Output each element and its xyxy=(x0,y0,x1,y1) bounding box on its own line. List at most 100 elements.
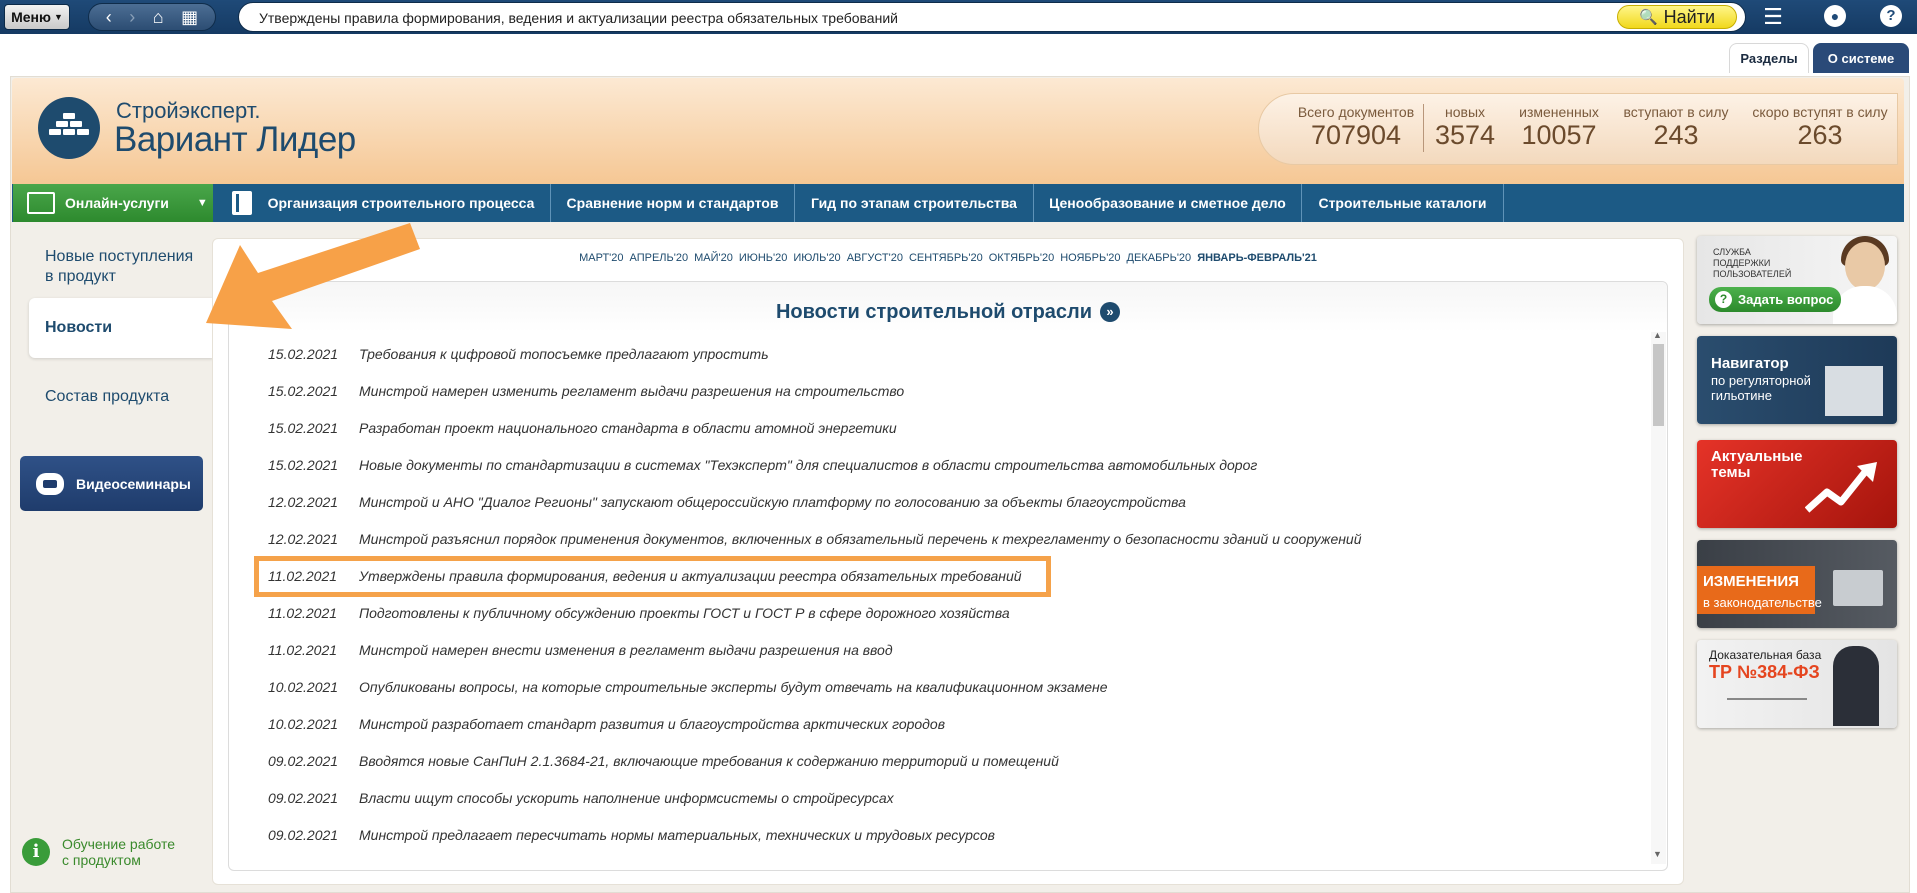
scroll-down-icon[interactable]: ▼ xyxy=(1653,849,1662,859)
news-item[interactable]: 11.02.2021 Минстрой намерен внести измене… xyxy=(268,642,893,658)
logo-bricks-icon xyxy=(49,113,89,137)
video-seminars-button[interactable]: Видеосеминары xyxy=(20,456,203,511)
news-item[interactable]: 15.02.2021 Требования к цифровой топосъем… xyxy=(268,346,769,362)
news-item[interactable]: 15.02.2021 Минстрой намерен изменить регл… xyxy=(268,383,904,399)
stat-new[interactable]: новых 3574 xyxy=(1430,104,1500,151)
online-services-button[interactable]: Онлайн-услуги ▼ xyxy=(13,184,213,222)
news-item[interactable]: 09.02.2021 Власти ищут способы ускорить н… xyxy=(268,790,894,806)
nav-item-label: Гид по этапам строительства xyxy=(811,195,1017,211)
user-icon: ● xyxy=(1824,5,1846,27)
navigator-title: Навигатор xyxy=(1711,355,1789,372)
stat-value: 10057 xyxy=(1521,120,1597,150)
month-link[interactable]: НОЯБРЬ'20 xyxy=(1060,252,1120,264)
month-link[interactable]: МАЙ'20 xyxy=(694,252,733,264)
stat-value: 3574 xyxy=(1434,120,1496,150)
online-services-label: Онлайн-услуги xyxy=(65,195,169,211)
news-date: 10.02.2021 xyxy=(268,679,339,695)
scrollbar-thumb[interactable] xyxy=(1653,344,1664,426)
tab-about-system[interactable]: О системе xyxy=(1813,43,1909,73)
news-item[interactable]: 10.02.2021 Опубликованы вопросы, на котор… xyxy=(268,679,1108,695)
news-item[interactable]: 15.02.2021 Новые документы по стандартиза… xyxy=(268,457,1257,473)
support-banner[interactable]: СЛУЖБА ПОДДЕРЖКИ ПОЛЬЗОВАТЕЛЕЙ ? Задать … xyxy=(1697,236,1897,324)
news-headline[interactable]: Минстрой разъяснил порядок применения до… xyxy=(359,531,1362,547)
news-headline[interactable]: Вводятся новые СанПиН 2.1.3684-21, включ… xyxy=(359,753,1059,769)
month-link[interactable]: АПРЕЛЬ'20 xyxy=(630,252,689,264)
help-button[interactable]: ? xyxy=(1880,5,1904,29)
learn-product-link[interactable]: i Обучение работе с продуктом xyxy=(22,836,175,868)
news-date: 09.02.2021 xyxy=(268,753,339,769)
nav-item-catalogs[interactable]: Строительные каталоги xyxy=(1302,184,1504,222)
stat-value: 243 xyxy=(1653,120,1699,150)
sidebar-item-product-content[interactable]: Состав продукта xyxy=(45,387,169,407)
scroll-up-icon[interactable]: ▲ xyxy=(1653,330,1662,340)
ask-question-label: Задать вопрос xyxy=(1738,292,1834,307)
stat-label: вступают в силу xyxy=(1623,104,1729,120)
question-icon: ? xyxy=(1715,291,1732,308)
stat-label: измененных xyxy=(1519,104,1599,120)
news-headline[interactable]: Минстрой намерен изменить регламент выда… xyxy=(359,383,904,399)
tab-sections[interactable]: Разделы xyxy=(1729,43,1809,73)
nav-item-stages-guide[interactable]: Гид по этапам строительства xyxy=(795,184,1034,222)
news-headline[interactable]: Разработан проект национального стандарт… xyxy=(359,420,897,436)
news-date: 12.02.2021 xyxy=(268,494,339,510)
news-title-text: Новости строительной отрасли xyxy=(775,301,1093,323)
news-headline[interactable]: Требования к цифровой топосъемке предлаг… xyxy=(359,346,769,362)
law-changes-text: в законодательстве xyxy=(1703,595,1822,610)
home-icon[interactable]: ⌂ xyxy=(153,8,164,26)
news-headline[interactable]: Новые документы по стандартизации в сист… xyxy=(359,457,1257,473)
nav-item-norms-comparison[interactable]: Сравнение норм и стандартов xyxy=(551,184,795,222)
month-link[interactable]: АВГУСТ'20 xyxy=(847,252,903,264)
double-chevron-right-icon[interactable]: » xyxy=(1100,302,1121,322)
hamburger-icon[interactable]: ☰ xyxy=(1761,5,1785,29)
evidence-base-banner[interactable]: Доказательная база ТР №384-ФЗ xyxy=(1697,640,1897,728)
month-link[interactable]: МАРТ'20 xyxy=(579,252,623,264)
month-link[interactable]: ОКТЯБРЬ'20 xyxy=(989,252,1055,264)
news-item[interactable]: 15.02.2021 Разработан проект национальног… xyxy=(268,420,897,436)
back-icon[interactable]: ‹ xyxy=(106,8,112,26)
month-link[interactable]: СЕНТЯБРЬ'20 xyxy=(909,252,983,264)
news-item[interactable]: 09.02.2021 Вводятся новые СанПиН 2.1.3684… xyxy=(268,753,1059,769)
user-account-button[interactable]: ● xyxy=(1824,5,1848,29)
news-headline[interactable]: Власти ищут способы ускорить наполнение … xyxy=(359,790,894,806)
news-headline[interactable]: Минстрой намерен внести изменения в регл… xyxy=(359,642,893,658)
news-date: 11.02.2021 xyxy=(268,605,338,621)
sidebar-item-label: Состав продукта xyxy=(45,388,170,405)
sidebar-item-label: в продукт xyxy=(45,268,116,285)
law-changes-banner[interactable]: ИЗМЕНЕНИЯ в законодательстве xyxy=(1697,540,1897,628)
caret-down-icon: ▼ xyxy=(53,12,63,22)
news-item[interactable]: 10.02.2021 Минстрой разработает стандарт … xyxy=(268,716,945,732)
stat-soon-in-force[interactable]: скоро вступят в силу 263 xyxy=(1748,104,1892,151)
stat-in-force[interactable]: вступают в силу 243 xyxy=(1618,104,1734,151)
navigator-banner[interactable]: Навигатор по регуляторной гильотине xyxy=(1697,336,1897,424)
stat-changed[interactable]: измененных 10057 xyxy=(1514,104,1604,151)
stat-total[interactable]: Всего документов 707904 xyxy=(1296,104,1416,151)
shredder-image xyxy=(1825,366,1883,416)
month-link[interactable]: ИЮНЬ'20 xyxy=(739,252,788,264)
month-link[interactable]: ЯНВАРЬ-ФЕВРАЛЬ'21 xyxy=(1197,252,1317,264)
news-headline[interactable]: Минстрой предлагает пересчитать нормы ма… xyxy=(359,827,995,843)
month-link[interactable]: ДЕКАБРЬ'20 xyxy=(1127,252,1192,264)
news-item[interactable]: 12.02.2021 Минстрой и АНО "Диалог Регионы… xyxy=(268,494,1186,510)
month-link[interactable]: ИЮЛЬ'20 xyxy=(793,252,840,264)
news-headline[interactable]: Минстрой разработает стандарт развития и… xyxy=(359,716,945,732)
news-item[interactable]: 11.02.2021 Подготовлены к публичному обсу… xyxy=(268,605,1010,621)
news-headline[interactable]: Опубликованы вопросы, на которые строите… xyxy=(359,679,1108,695)
menu-button[interactable]: Меню ▼ xyxy=(4,4,70,30)
news-headline[interactable]: Минстрой и АНО "Диалог Регионы" запускаю… xyxy=(359,494,1186,510)
grid-icon[interactable]: ▦ xyxy=(181,8,198,26)
highlight-frame xyxy=(254,556,1051,597)
forward-icon[interactable]: › xyxy=(129,8,135,26)
sidebar-item-label: Новые поступления xyxy=(45,248,194,265)
news-item[interactable]: 09.02.2021 Минстрой предлагает пересчитат… xyxy=(268,827,995,843)
ask-question-button[interactable]: ? Задать вопрос xyxy=(1709,287,1841,312)
nav-item-pricing[interactable]: Ценообразование и сметное дело xyxy=(1034,184,1302,222)
sidebar-item-new-arrivals[interactable]: Новые поступления в продукт xyxy=(45,247,193,287)
find-button[interactable]: 🔍 Найти xyxy=(1617,5,1737,29)
topics-banner[interactable]: Актуальные темы xyxy=(1697,440,1897,528)
news-item[interactable]: 12.02.2021 Минстрой разъяснил порядок при… xyxy=(268,531,1362,547)
sidebar-item-news[interactable]: Новости xyxy=(45,318,112,338)
news-headline[interactable]: Подготовлены к публичному обсуждению про… xyxy=(359,605,1010,621)
address-bar[interactable]: Утверждены правила формирования, ведения… xyxy=(238,2,1746,32)
orange-pointer-arrow-icon xyxy=(206,223,420,329)
news-title[interactable]: Новости строительной отрасли » xyxy=(228,301,1668,324)
